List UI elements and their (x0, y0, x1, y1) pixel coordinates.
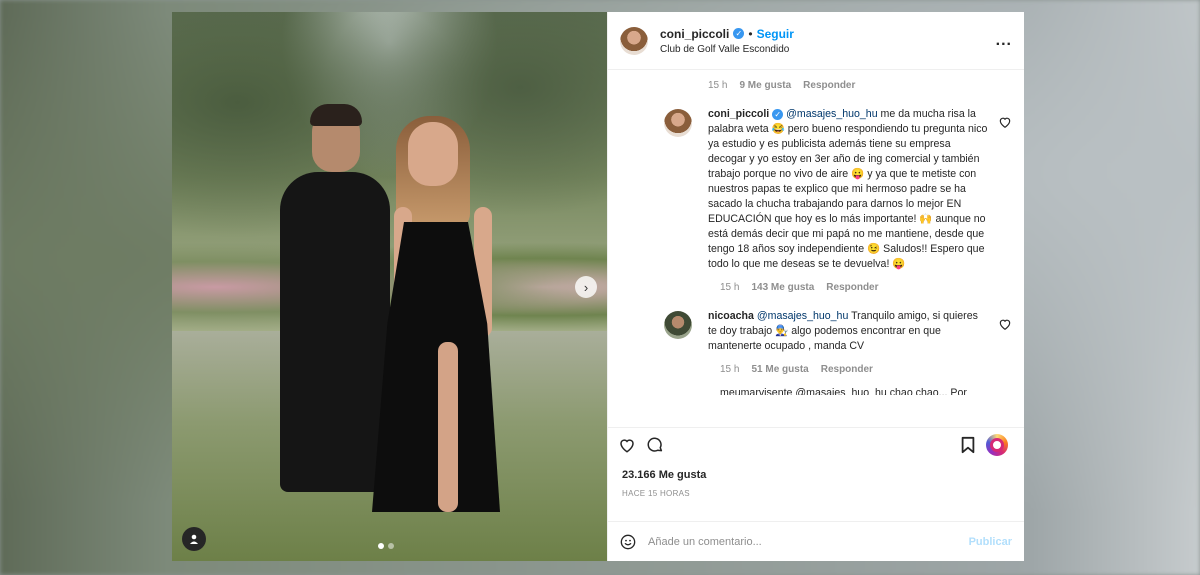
comment-likes[interactable]: 51 Me gusta (751, 364, 808, 375)
avatar[interactable] (664, 109, 692, 137)
more-options-icon[interactable]: ... (996, 32, 1012, 50)
comment-item: nicoacha @masajes_huo_hu Tranquilo amigo… (620, 309, 1012, 354)
emoji-icon[interactable] (620, 534, 636, 550)
comment-username[interactable]: coni_piccoli (708, 108, 769, 120)
photo-man-suit (280, 172, 390, 492)
story-ring-inner (990, 437, 1004, 452)
comment-time: 15 h (708, 80, 728, 91)
post-sidebar: coni_piccoli ✓ • Seguir Club de Golf Val… (607, 12, 1024, 561)
comment-meta: 15 h 9 Me gusta Responder (620, 80, 1012, 91)
post-location[interactable]: Club de Golf Valle Escondido (660, 44, 996, 55)
comment-partial: meumarvisente @masajes_huo_hu chao chao.… (720, 387, 967, 395)
reply-button[interactable]: Responder (803, 80, 855, 91)
heart-icon[interactable] (998, 317, 1012, 331)
action-bar (608, 427, 1024, 461)
photo-man-hair (310, 104, 362, 126)
publish-button[interactable]: Publicar (969, 536, 1012, 548)
follow-button[interactable]: Seguir (757, 27, 794, 41)
comment-body: nicoacha @masajes_huo_hu Tranquilo amigo… (708, 309, 988, 354)
comment-time: 15 h (720, 282, 740, 293)
comment-likes[interactable]: 9 Me gusta (739, 80, 791, 91)
heart-icon[interactable] (618, 436, 636, 454)
comment-icon[interactable] (646, 436, 664, 454)
photo-woman-leg (438, 342, 458, 512)
comment-text: me da mucha risa la palabra weta 😂 pero … (708, 108, 988, 270)
verified-badge-icon: ✓ (772, 109, 784, 120)
carousel-dots (378, 543, 394, 549)
carousel-dot (388, 543, 394, 549)
post-username[interactable]: coni_piccoli (660, 27, 729, 41)
story-ring-icon[interactable] (986, 433, 1008, 456)
header-line: coni_piccoli ✓ • Seguir (660, 27, 996, 41)
chevron-right-icon[interactable]: › (575, 276, 597, 298)
post-header: coni_piccoli ✓ • Seguir Club de Golf Val… (608, 12, 1024, 70)
photo-woman-head (408, 122, 458, 186)
comment-item: coni_piccoli ✓ @masajes_huo_hu me da muc… (620, 107, 1012, 272)
comments-list[interactable]: 15 h 9 Me gusta Responder coni_piccoli ✓… (608, 70, 1024, 427)
add-comment-bar: Añade un comentario... Publicar (608, 521, 1024, 561)
heart-icon[interactable] (998, 115, 1012, 129)
comment-mention[interactable]: @masajes_huo_hu (786, 108, 877, 120)
avatar[interactable] (664, 311, 692, 339)
reply-button[interactable]: Responder (821, 364, 873, 375)
post-photo[interactable]: › (172, 12, 607, 561)
avatar[interactable] (620, 26, 648, 55)
reply-button[interactable]: Responder (826, 282, 878, 293)
user-tag-icon[interactable] (182, 527, 206, 551)
comment-username[interactable]: nicoacha (708, 310, 754, 322)
comment-meta: 15 h 51 Me gusta Responder (620, 364, 1012, 375)
separator-dot: • (748, 26, 753, 41)
carousel-dot-active (378, 543, 384, 549)
post-time-ago: HACE 15 HORAS (622, 489, 690, 498)
verified-badge-icon: ✓ (733, 28, 745, 39)
instagram-post-modal: › coni_piccoli ✓ • Seguir Club de Golf V… (172, 12, 1024, 561)
comment-time: 15 h (720, 364, 740, 375)
header-text: coni_piccoli ✓ • Seguir Club de Golf Val… (660, 27, 996, 55)
comment-mention[interactable]: @masajes_huo_hu (757, 310, 848, 322)
comment-likes[interactable]: 143 Me gusta (751, 282, 814, 293)
comment-input[interactable]: Añade un comentario... (648, 536, 957, 548)
comment-body: coni_piccoli ✓ @masajes_huo_hu me da muc… (708, 107, 988, 272)
comment-meta: 15 h 143 Me gusta Responder (620, 282, 1012, 293)
bookmark-icon[interactable] (960, 436, 976, 454)
likes-count[interactable]: 23.166 Me gusta (608, 461, 1024, 481)
